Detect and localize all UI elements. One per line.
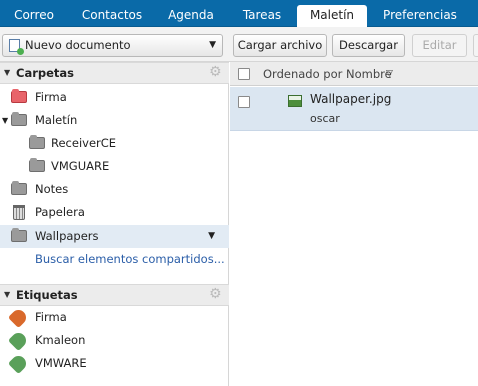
collapse-triangle-icon[interactable]: ▼ [4,285,10,305]
more-button[interactable] [473,34,478,57]
sidebar-item-label: Notes [35,182,69,196]
sidebar-item-firma[interactable]: Firma [0,86,229,109]
file-name[interactable]: Wallpaper.jpg [310,92,391,106]
tag-label: Firma [35,310,67,324]
tag-item-firma[interactable]: Firma [0,306,229,329]
folder-icon [11,228,27,242]
folder-icon [11,112,27,126]
search-shared-link[interactable]: Buscar elementos compartidos... [35,252,225,266]
tab-contactos[interactable]: Contactos [74,5,150,27]
red-folder-icon [11,89,27,103]
new-document-icon [9,39,24,55]
sort-label[interactable]: Ordenado por Nombre [263,62,392,86]
sidebar-item-label: VMGUARE [51,159,110,173]
sidebar-item-label: Wallpapers [35,229,99,243]
sidebar-item-papelera[interactable]: Papelera [0,201,229,224]
new-document-button[interactable]: Nuevo documento ▼ [2,34,223,57]
folders-title: Carpetas [16,66,75,80]
tab-correo[interactable]: Correo [4,5,64,27]
edit-button[interactable]: Editar [412,34,467,57]
download-button[interactable]: Descargar [332,34,405,57]
tab-agenda[interactable]: Agenda [160,5,222,27]
tab-maletin[interactable]: Maletín [297,5,367,27]
sidebar: ▼ Carpetas ⚙ Firma ▼ Maletín ReceiverCE … [0,62,229,386]
folders-header[interactable]: ▼ Carpetas ⚙ [0,62,229,84]
tags-title: Etiquetas [16,288,78,302]
sidebar-item-receiverce[interactable]: ReceiverCE [0,132,229,155]
gear-icon[interactable]: ⚙ [209,65,223,79]
chevron-down-icon[interactable]: ▼ [208,225,215,248]
tag-icon [7,352,30,375]
sidebar-item-maletin[interactable]: ▼ Maletín [0,109,229,132]
chevron-down-icon[interactable]: ▼ [209,35,216,56]
sidebar-item-label: Firma [35,90,67,104]
list-header: Ordenado por Nombre ▽ [230,62,478,86]
folder-icon [11,181,27,195]
top-tab-bar: Correo Contactos Agenda Tareas Maletín P… [0,0,478,27]
toolbar: Nuevo documento ▼ Cargar archivo Descarg… [0,27,478,62]
gear-icon[interactable]: ⚙ [209,287,223,301]
file-list: Ordenado por Nombre ▽ Wallpaper.jpg osca… [230,62,478,386]
upload-file-button[interactable]: Cargar archivo [233,34,327,57]
tag-item-kmaleon[interactable]: Kmaleon [0,329,229,352]
tab-preferencias[interactable]: Preferencias [374,5,466,27]
trash-icon [13,205,25,220]
folder-icon [29,135,45,149]
image-file-icon [288,95,302,107]
tag-icon [7,306,30,329]
sidebar-item-wallpapers[interactable]: Wallpapers ▼ [0,225,229,248]
file-owner: oscar [310,112,340,125]
sort-direction-icon[interactable]: ▽ [386,62,393,86]
collapse-triangle-icon[interactable]: ▼ [4,63,10,83]
sidebar-item-notes[interactable]: Notes [0,178,229,201]
sidebar-item-label: Maletín [35,113,78,127]
tag-label: Kmaleon [35,333,86,347]
select-all-checkbox[interactable] [238,68,250,80]
sidebar-item-label: ReceiverCE [51,136,117,150]
folder-icon [29,158,45,172]
tab-tareas[interactable]: Tareas [232,5,292,27]
sidebar-item-label: Papelera [35,205,85,219]
tag-label: VMWARE [35,356,87,370]
tag-icon [7,329,30,352]
table-row[interactable]: Wallpaper.jpg oscar [230,87,478,131]
sidebar-item-vmguare[interactable]: VMGUARE [0,155,229,178]
tag-item-vmware[interactable]: VMWARE [0,352,229,375]
row-checkbox[interactable] [238,96,250,108]
collapse-triangle-icon[interactable]: ▼ [2,109,8,132]
tags-header[interactable]: ▼ Etiquetas ⚙ [0,284,229,306]
new-document-label: Nuevo documento [25,38,131,52]
